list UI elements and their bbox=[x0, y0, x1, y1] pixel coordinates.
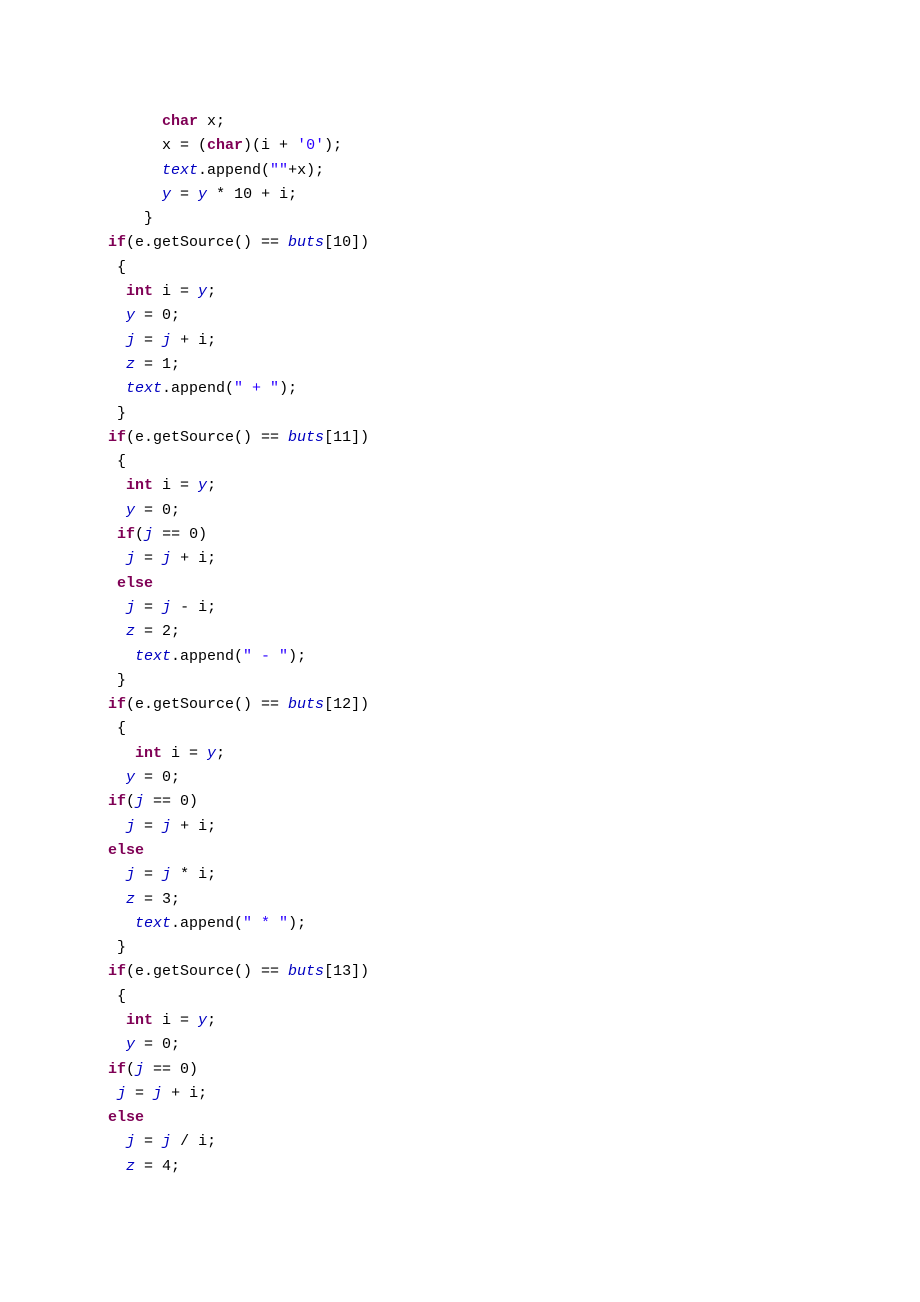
code-line: y = 0; bbox=[108, 1036, 180, 1053]
code-line: y = 0; bbox=[108, 769, 180, 786]
code-line: if(j == 0) bbox=[108, 793, 198, 810]
code-line: z = 2; bbox=[108, 623, 180, 640]
code-line: text.append(" + "); bbox=[108, 380, 297, 397]
code-line: int i = y; bbox=[108, 477, 216, 494]
code-line: if(e.getSource() == buts[10]) bbox=[108, 234, 369, 251]
code-line: j = j + i; bbox=[108, 1085, 207, 1102]
code-line: } bbox=[108, 672, 126, 689]
code-line: } bbox=[108, 939, 126, 956]
code-line: j = j + i; bbox=[108, 550, 216, 567]
code-line: z = 3; bbox=[108, 891, 180, 908]
code-line: z = 4; bbox=[108, 1158, 180, 1175]
code-line: j = j + i; bbox=[108, 332, 216, 349]
code-line: y = 0; bbox=[108, 502, 180, 519]
code-line: j = j - i; bbox=[108, 599, 216, 616]
code-line: z = 1; bbox=[108, 356, 180, 373]
code-line: { bbox=[108, 720, 126, 737]
code-line: if(j == 0) bbox=[108, 1061, 198, 1078]
code-line: if(e.getSource() == buts[11]) bbox=[108, 429, 369, 446]
code-line: { bbox=[108, 453, 126, 470]
code-line: x = (char)(i + '0'); bbox=[108, 137, 342, 154]
code-line: text.append(""+x); bbox=[108, 162, 324, 179]
code-line: { bbox=[108, 988, 126, 1005]
code-line: if(j == 0) bbox=[108, 526, 207, 543]
code-line: int i = y; bbox=[108, 745, 225, 762]
code-line: j = j / i; bbox=[108, 1133, 216, 1150]
code-block: char x; x = (char)(i + '0'); text.append… bbox=[0, 0, 920, 1179]
code-line: y = 0; bbox=[108, 307, 180, 324]
code-line: if(e.getSource() == buts[13]) bbox=[108, 963, 369, 980]
code-line: int i = y; bbox=[108, 283, 216, 300]
code-line: char x; bbox=[108, 113, 225, 130]
code-line: int i = y; bbox=[108, 1012, 216, 1029]
code-line: y = y * 10 + i; bbox=[108, 186, 297, 203]
code-line: } bbox=[108, 210, 153, 227]
code-line: if(e.getSource() == buts[12]) bbox=[108, 696, 369, 713]
code-line: text.append(" * "); bbox=[108, 915, 306, 932]
code-line: } bbox=[108, 405, 126, 422]
code-line: else bbox=[108, 842, 144, 859]
code-line: else bbox=[108, 1109, 144, 1126]
code-line: { bbox=[108, 259, 126, 276]
code-line: text.append(" - "); bbox=[108, 648, 306, 665]
code-line: else bbox=[108, 575, 153, 592]
code-line: j = j * i; bbox=[108, 866, 216, 883]
code-line: j = j + i; bbox=[108, 818, 216, 835]
